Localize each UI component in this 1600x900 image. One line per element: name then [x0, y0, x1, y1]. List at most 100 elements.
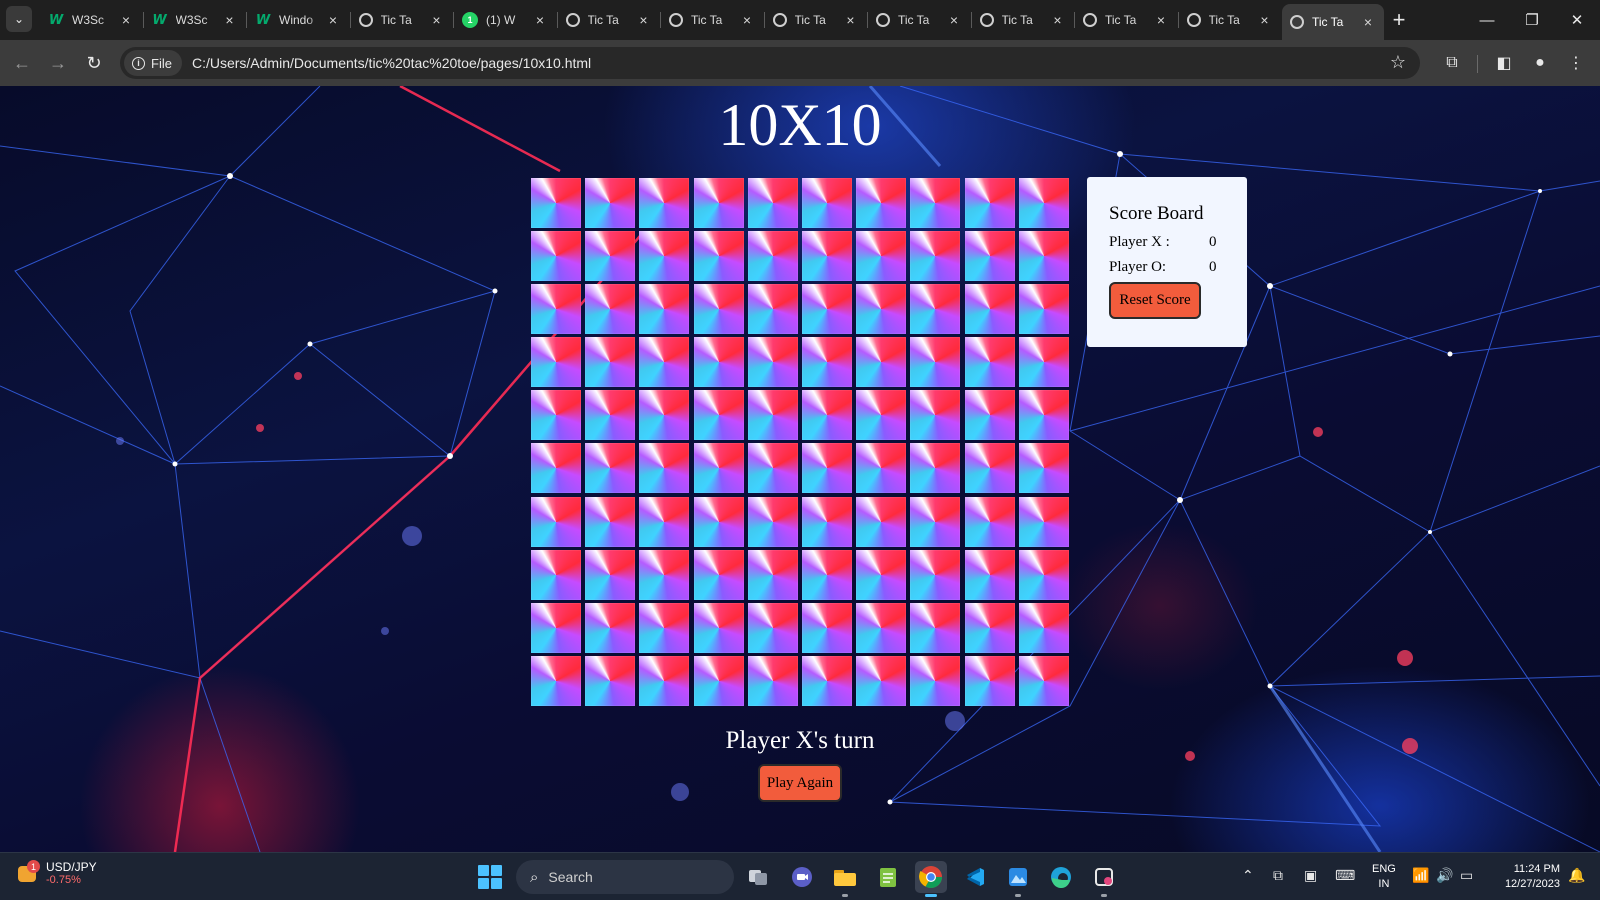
- board-cell[interactable]: [639, 655, 690, 706]
- battery-status[interactable]: ▭: [1460, 867, 1473, 884]
- browser-tab[interactable]: Tic Ta ×: [868, 6, 970, 34]
- board-cell[interactable]: [693, 496, 744, 547]
- board-cell[interactable]: [585, 284, 636, 335]
- close-tab-icon[interactable]: ×: [532, 12, 548, 28]
- board-cell[interactable]: [531, 390, 581, 441]
- task-view-button[interactable]: [742, 861, 774, 893]
- board-cell[interactable]: [856, 443, 907, 494]
- board-cell[interactable]: [856, 178, 907, 228]
- board-cell[interactable]: [801, 178, 852, 228]
- board-cell[interactable]: [585, 549, 636, 600]
- wifi-status[interactable]: 📶: [1412, 867, 1429, 884]
- board-cell[interactable]: [585, 655, 636, 706]
- board-cell[interactable]: [639, 602, 690, 653]
- board-cell[interactable]: [639, 390, 690, 441]
- board-cell[interactable]: [801, 443, 852, 494]
- board-cell[interactable]: [964, 337, 1015, 388]
- board-cell[interactable]: [856, 284, 907, 335]
- board-cell[interactable]: [531, 496, 581, 547]
- bookmark-star-icon[interactable]: ☆: [1390, 52, 1406, 73]
- tray-overflow-chevron[interactable]: ⌃: [1242, 867, 1254, 884]
- vscode-app[interactable]: [959, 861, 991, 893]
- browser-tab[interactable]: W Windo ×: [247, 6, 349, 34]
- board-cell[interactable]: [639, 337, 690, 388]
- board-cell[interactable]: [801, 284, 852, 335]
- board-cell[interactable]: [964, 655, 1015, 706]
- address-bar[interactable]: i File C:/Users/Admin/Documents/tic%20ta…: [120, 47, 1420, 79]
- board-cell[interactable]: [585, 602, 636, 653]
- close-tab-icon[interactable]: ×: [1257, 12, 1273, 28]
- volume-status[interactable]: 🔊: [1436, 867, 1453, 884]
- board-cell[interactable]: [531, 178, 581, 228]
- close-window-button[interactable]: ✕: [1554, 6, 1600, 34]
- tab-search-button[interactable]: ⌄: [6, 6, 32, 32]
- board-cell[interactable]: [693, 337, 744, 388]
- board-cell[interactable]: [801, 655, 852, 706]
- board-cell[interactable]: [964, 284, 1015, 335]
- board-cell[interactable]: [639, 178, 690, 228]
- close-tab-icon[interactable]: ×: [222, 12, 238, 28]
- tray-copilot[interactable]: ⧉: [1273, 867, 1283, 884]
- board-cell[interactable]: [639, 443, 690, 494]
- reload-button[interactable]: ↻: [80, 49, 108, 77]
- board-cell[interactable]: [639, 231, 690, 282]
- board-cell[interactable]: [964, 231, 1015, 282]
- close-tab-icon[interactable]: ×: [325, 12, 341, 28]
- board-cell[interactable]: [747, 284, 798, 335]
- tray-app[interactable]: ▣: [1304, 867, 1317, 884]
- board-cell[interactable]: [747, 443, 798, 494]
- board-cell[interactable]: [639, 284, 690, 335]
- chrome-app[interactable]: [915, 861, 947, 897]
- board-cell[interactable]: [910, 443, 961, 494]
- board-cell[interactable]: [747, 390, 798, 441]
- board-cell[interactable]: [964, 496, 1015, 547]
- board-cell[interactable]: [910, 549, 961, 600]
- close-tab-icon[interactable]: ×: [739, 12, 755, 28]
- board-cell[interactable]: [585, 496, 636, 547]
- board-cell[interactable]: [910, 390, 961, 441]
- board-cell[interactable]: [747, 178, 798, 228]
- board-cell[interactable]: [531, 443, 581, 494]
- board-cell[interactable]: [1018, 178, 1069, 228]
- board-cell[interactable]: [856, 496, 907, 547]
- browser-tab[interactable]: W W3Sc ×: [40, 6, 142, 34]
- board-cell[interactable]: [856, 337, 907, 388]
- board-cell[interactable]: [1018, 602, 1069, 653]
- board-cell[interactable]: [1018, 337, 1069, 388]
- board-cell[interactable]: [585, 390, 636, 441]
- board-cell[interactable]: [1018, 231, 1069, 282]
- board-cell[interactable]: [693, 602, 744, 653]
- board-cell[interactable]: [801, 549, 852, 600]
- new-tab-button[interactable]: +: [1386, 7, 1412, 33]
- board-cell[interactable]: [531, 231, 581, 282]
- board-cell[interactable]: [964, 443, 1015, 494]
- board-cell[interactable]: [585, 443, 636, 494]
- play-again-button[interactable]: Play Again: [758, 764, 842, 802]
- board-cell[interactable]: [910, 178, 961, 228]
- board-cell[interactable]: [910, 602, 961, 653]
- minimize-button[interactable]: —: [1464, 6, 1510, 34]
- board-cell[interactable]: [639, 549, 690, 600]
- board-cell[interactable]: [856, 390, 907, 441]
- board-cell[interactable]: [1018, 549, 1069, 600]
- board-cell[interactable]: [585, 178, 636, 228]
- back-button[interactable]: ←: [8, 49, 36, 77]
- board-cell[interactable]: [910, 655, 961, 706]
- browser-tab[interactable]: Tic Ta ×: [765, 6, 867, 34]
- board-cell[interactable]: [801, 337, 852, 388]
- board-cell[interactable]: [585, 231, 636, 282]
- browser-tab[interactable]: Tic Ta ×: [1282, 4, 1384, 40]
- browser-tab[interactable]: Tic Ta ×: [1179, 6, 1281, 34]
- menu-button[interactable]: ⋮: [1562, 49, 1590, 77]
- notepad-app[interactable]: [872, 861, 904, 893]
- board-cell[interactable]: [964, 178, 1015, 228]
- close-tab-icon[interactable]: ×: [843, 12, 859, 28]
- board-cell[interactable]: [856, 602, 907, 653]
- close-tab-icon[interactable]: ×: [429, 12, 445, 28]
- board-cell[interactable]: [693, 284, 744, 335]
- board-cell[interactable]: [964, 390, 1015, 441]
- edge-app[interactable]: [1045, 861, 1077, 893]
- board-cell[interactable]: [585, 337, 636, 388]
- language-indicator[interactable]: ENG IN: [1372, 862, 1396, 892]
- close-tab-icon[interactable]: ×: [946, 12, 962, 28]
